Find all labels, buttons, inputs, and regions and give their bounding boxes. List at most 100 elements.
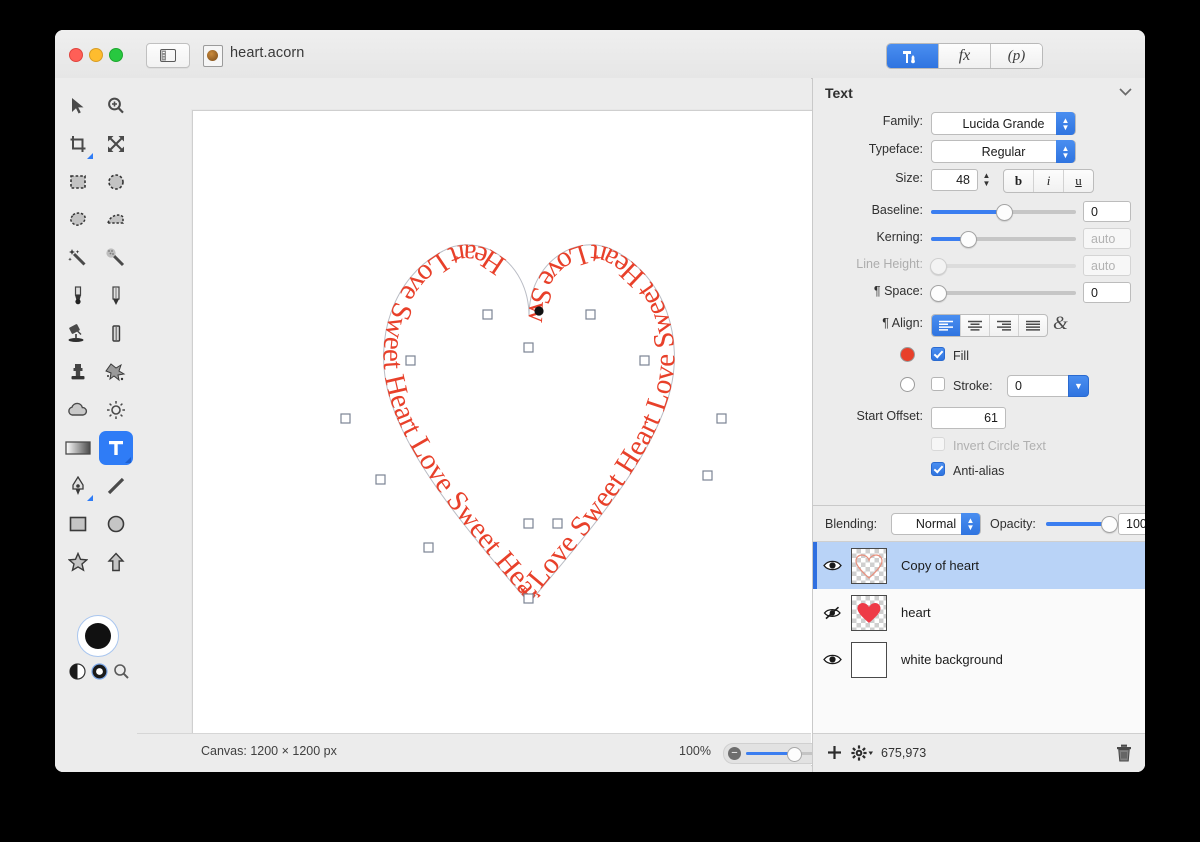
align-label: ¶ Align: <box>882 316 923 330</box>
line-tool[interactable] <box>99 469 133 503</box>
stroke-checkbox[interactable] <box>931 377 945 391</box>
sidebar-toggle-button[interactable] <box>146 43 190 68</box>
gradient-tool[interactable] <box>61 431 95 465</box>
text-on-path[interactable]: Heart Love Sweet Heart Love Sweet Heart … <box>193 111 682 609</box>
zoom-out-icon[interactable]: − <box>728 747 741 760</box>
zoom-tool[interactable] <box>99 89 133 123</box>
line-height-slider-knob <box>930 258 947 275</box>
align-right-button[interactable] <box>990 315 1019 336</box>
size-input[interactable]: 48 <box>931 169 978 191</box>
italic-button[interactable]: i <box>1034 170 1064 192</box>
move-arrows-icon <box>108 136 124 152</box>
paragraph-space-slider-knob[interactable] <box>930 285 947 302</box>
line-height-row: Line Height: auto <box>813 255 1145 283</box>
crop-tool[interactable] <box>61 127 95 161</box>
trash-icon[interactable] <box>1116 744 1132 762</box>
lasso-icon <box>70 212 86 226</box>
layer-row[interactable]: white background <box>813 636 1145 683</box>
lasso-tool[interactable] <box>61 203 95 237</box>
bold-button[interactable]: b <box>1004 170 1034 192</box>
paragraph-space-input[interactable]: 0 <box>1083 282 1131 303</box>
stroke-width-input[interactable]: 0 <box>1007 375 1069 397</box>
underline-button[interactable]: u <box>1064 170 1093 192</box>
burn-tool[interactable] <box>99 393 133 427</box>
invert-circle-text-checkbox <box>931 437 945 451</box>
smudge-tool[interactable] <box>99 355 133 389</box>
tab-tools[interactable] <box>887 44 939 68</box>
kerning-slider-knob[interactable] <box>960 231 977 248</box>
sidebar-toggle-icon <box>160 49 176 62</box>
chevron-down-icon[interactable] <box>1119 88 1132 96</box>
magnifier-icon[interactable] <box>113 663 130 680</box>
polygon-lasso-icon <box>107 214 124 224</box>
instant-alpha-tool[interactable] <box>99 241 133 275</box>
family-popup[interactable]: Lucida Grande ▲ ▼ <box>931 112 1076 135</box>
align-justify-button[interactable] <box>1019 315 1047 336</box>
clone-stamp-icon <box>71 364 85 380</box>
tab-effects[interactable]: fx <box>939 44 991 68</box>
size-row: Size: 48 ▲ ▼ b i u <box>813 169 1145 197</box>
star-tool[interactable] <box>61 545 95 579</box>
layer-row[interactable]: Copy of heart <box>813 542 1145 589</box>
layer-thumbnail <box>851 594 887 631</box>
anti-alias-label: Anti-alias <box>953 464 1005 478</box>
kerning-input[interactable]: auto <box>1083 228 1131 249</box>
anti-alias-checkbox[interactable] <box>931 462 945 476</box>
elliptical-select-tool[interactable] <box>99 165 133 199</box>
kerning-label: Kerning: <box>876 230 923 244</box>
start-offset-input[interactable]: 61 <box>931 407 1006 429</box>
polygon-lasso-tool[interactable] <box>99 203 133 237</box>
close-window-button[interactable] <box>69 48 83 62</box>
dodge-tool[interactable] <box>61 393 95 427</box>
opacity-slider-knob[interactable] <box>1101 516 1118 533</box>
stroke-color-swatch[interactable] <box>900 377 915 392</box>
layer-visibility-toggle[interactable] <box>813 653 851 666</box>
minimize-window-button[interactable] <box>89 48 103 62</box>
pencil-tool[interactable] <box>99 279 133 313</box>
foreground-color-well[interactable] <box>77 615 119 657</box>
default-colors-icon[interactable] <box>91 663 108 680</box>
align-center-button[interactable] <box>961 315 990 336</box>
eraser-tool[interactable] <box>99 317 133 351</box>
arrow-shape-tool[interactable] <box>99 545 133 579</box>
clone-stamp-tool[interactable] <box>61 355 95 389</box>
zoom-slider-knob[interactable] <box>787 747 802 762</box>
layer-name: Copy of heart <box>901 558 980 573</box>
align-button-group <box>931 314 1048 337</box>
tab-presets[interactable]: (p) <box>991 44 1042 68</box>
fill-color-swatch[interactable] <box>900 347 915 362</box>
paragraph-space-row: ¶ Space: 0 <box>813 282 1145 310</box>
baseline-slider-knob[interactable] <box>996 204 1013 221</box>
maximize-window-button[interactable] <box>109 48 123 62</box>
align-left-button[interactable] <box>932 315 961 336</box>
eyedropper-tool[interactable] <box>61 279 95 313</box>
baseline-input[interactable]: 0 <box>1083 201 1131 222</box>
align-left-icon <box>939 320 953 331</box>
paint-bucket-tool[interactable] <box>61 317 95 351</box>
rectangle-tool[interactable] <box>61 507 95 541</box>
opacity-input[interactable]: 100% <box>1118 513 1145 535</box>
magic-wand-tool[interactable] <box>61 241 95 275</box>
swap-colors-icon[interactable] <box>69 663 86 680</box>
layer-visibility-toggle[interactable] <box>813 606 851 620</box>
bezier-pen-tool[interactable] <box>61 469 95 503</box>
blending-popup[interactable]: Normal ▲ ▼ <box>891 513 981 535</box>
ampersand-icon[interactable]: & <box>1053 313 1068 335</box>
size-stepper[interactable]: ▲ ▼ <box>981 170 992 190</box>
layer-row[interactable]: heart <box>813 589 1145 636</box>
typeface-popup[interactable]: Regular ▲ ▼ <box>931 140 1076 163</box>
stroke-dropdown-button[interactable]: ▼ <box>1068 375 1089 397</box>
move-tool[interactable] <box>61 89 95 123</box>
ellipse-icon <box>107 515 125 533</box>
gear-dropdown-icon[interactable] <box>851 745 875 761</box>
image-canvas[interactable]: Heart Love Sweet Heart Love Sweet Heart … <box>192 110 867 766</box>
text-tool[interactable] <box>99 431 133 465</box>
layer-visibility-toggle[interactable] <box>813 559 851 572</box>
inspector-panel: Text Family: Lucida Grande ▲ ▼ Typeface: … <box>812 78 1145 772</box>
text-t-icon <box>109 441 123 455</box>
rectangular-select-tool[interactable] <box>61 165 95 199</box>
fill-checkbox[interactable] <box>931 347 945 361</box>
plus-icon[interactable] <box>827 745 842 760</box>
transform-tool[interactable] <box>99 127 133 161</box>
ellipse-tool[interactable] <box>99 507 133 541</box>
